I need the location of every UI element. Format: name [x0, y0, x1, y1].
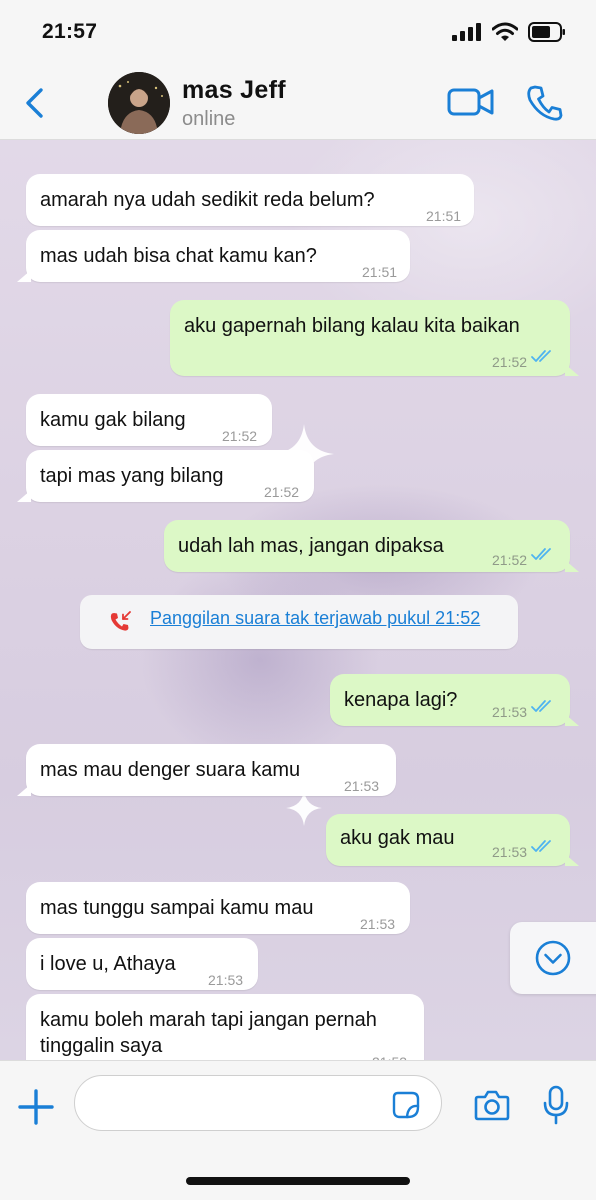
message-text: kamu gak bilang [40, 409, 186, 431]
chat-area[interactable]: amarah nya udah sedikit reda belum? 21:5… [0, 140, 596, 1060]
wifi-icon [492, 22, 518, 41]
message-text: udah lah mas, jangan dipaksa [178, 535, 444, 557]
read-ticks-icon [531, 548, 551, 560]
message-time: 21:53 [492, 704, 528, 720]
message-text-line-2: tinggalin saya [40, 1035, 163, 1057]
message-time: 21:52 [492, 354, 528, 370]
status-bar: 21:57 [0, 0, 596, 66]
message-bubble-incoming[interactable]: mas mau denger suara kamu 21:53 [17, 744, 396, 796]
message-composer [0, 1060, 596, 1200]
message-bubble-incoming[interactable]: mas tunggu sampai kamu mau 21:53 [26, 882, 410, 934]
video-camera-icon[interactable] [447, 84, 495, 120]
chat-header: mas Jeff online [0, 66, 596, 140]
message-time: 21:53 [360, 916, 396, 932]
missed-call-icon [110, 611, 131, 631]
message-bubble-incoming[interactable]: kamu gak bilang 21:52 [26, 394, 272, 446]
message-time: 21:51 [362, 264, 398, 280]
message-text: mas udah bisa chat kamu kan? [40, 245, 317, 267]
message-time: 21:52 [492, 552, 528, 568]
message-time: 21:52 [222, 428, 258, 444]
scroll-to-bottom-button[interactable] [510, 922, 596, 994]
message-bubble-outgoing[interactable]: udah lah mas, jangan dipaksa 21:52 [164, 520, 579, 572]
message-bubble-incoming[interactable]: kamu boleh marah tapi jangan pernah ting… [26, 994, 424, 1060]
message-time: 21:53 [492, 844, 528, 860]
status-icons [452, 22, 566, 42]
camera-icon[interactable] [474, 1089, 510, 1121]
message-text: aku gak mau [340, 827, 455, 849]
read-ticks-icon [531, 700, 551, 712]
chevron-left-icon[interactable] [22, 86, 50, 120]
message-bubble-outgoing[interactable]: aku gapernah bilang kalau kita baikan 21… [170, 300, 579, 376]
message-text: tapi mas yang bilang [40, 465, 224, 487]
contact-status: online [182, 108, 236, 130]
message-text: mas tunggu sampai kamu mau [40, 897, 314, 919]
message-input[interactable] [74, 1075, 442, 1131]
status-time: 21:57 [42, 20, 98, 43]
phone-icon[interactable] [526, 84, 564, 122]
microphone-icon[interactable] [542, 1085, 570, 1125]
plus-icon[interactable] [18, 1089, 54, 1125]
message-time: 21:52 [264, 484, 300, 500]
message-text: i love u, Athaya [40, 953, 176, 975]
message-time: 21:53 [372, 1048, 407, 1060]
message-bubble-outgoing[interactable]: kenapa lagi? 21:53 [330, 674, 579, 726]
message-text: mas mau denger suara kamu [40, 759, 301, 781]
message-bubble-incoming[interactable]: i love u, Athaya 21:53 [26, 938, 258, 990]
message-time: 21:51 [426, 208, 462, 224]
message-bubble-outgoing[interactable]: aku gak mau 21:53 [326, 814, 579, 866]
message-time: 21:53 [344, 778, 380, 794]
avatar[interactable] [108, 72, 170, 134]
message-text: amarah nya udah sedikit reda belum? [40, 189, 375, 211]
message-bubble-incoming[interactable]: tapi mas yang bilang 21:52 [17, 450, 314, 502]
message-text: aku gapernah bilang kalau kita baikan [184, 315, 520, 337]
message-text: kenapa lagi? [344, 689, 458, 711]
home-indicator[interactable] [186, 1177, 410, 1185]
sticker-icon[interactable] [392, 1091, 420, 1119]
battery-icon [528, 22, 565, 42]
chevron-down-circle-icon [535, 940, 571, 976]
message-text-line-1: kamu boleh marah tapi jangan pernah [40, 1009, 377, 1031]
read-ticks-icon [531, 350, 551, 362]
missed-call-link[interactable]: Panggilan suara tak terjawab pukul 21:52 [150, 608, 480, 629]
message-bubble-incoming[interactable]: amarah nya udah sedikit reda belum? 21:5… [26, 174, 474, 226]
message-bubble-incoming[interactable]: mas udah bisa chat kamu kan? 21:51 [17, 230, 410, 282]
contact-name[interactable]: mas Jeff [182, 76, 286, 105]
read-ticks-icon [531, 840, 551, 852]
signal-icon [452, 23, 481, 41]
missed-call-notice[interactable]: Panggilan suara tak terjawab pukul 21:52 [80, 595, 518, 649]
message-time: 21:53 [208, 972, 244, 988]
